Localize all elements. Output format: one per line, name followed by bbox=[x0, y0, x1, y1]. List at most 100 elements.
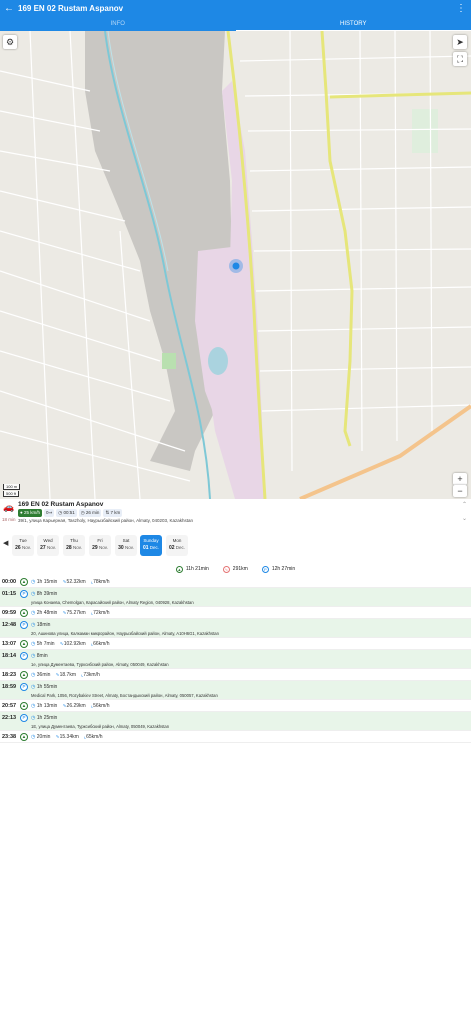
row-time: 20:57 bbox=[2, 703, 17, 709]
clock-icon: ◷ bbox=[31, 641, 36, 647]
duration-value: 26 min bbox=[85, 510, 100, 515]
stop-duration-value: 1h 55min bbox=[36, 684, 58, 690]
time-value: 00:51 bbox=[63, 510, 75, 515]
car-icon: ▲ bbox=[20, 609, 28, 617]
day-number: 01 bbox=[142, 545, 149, 551]
back-arrow-icon[interactable]: ← bbox=[4, 4, 14, 14]
stop-metrics: ◷ 1h 25min bbox=[31, 715, 57, 721]
day-name: Sunday bbox=[143, 538, 159, 543]
parking-icon: P bbox=[20, 714, 28, 722]
day-name: Fri bbox=[97, 538, 103, 543]
speed-value: 25 km/h bbox=[23, 510, 40, 515]
day-name: Wed bbox=[43, 538, 53, 543]
stop-address: 20, Ашинова улица, Калкаман микрорайон, … bbox=[31, 631, 219, 636]
clock-icon: ◷ bbox=[31, 734, 36, 740]
trip-row[interactable]: 09:59 ▲ ◷ 2h 48min ∿75.27km ⌞72km/h bbox=[0, 607, 471, 619]
trip-speed-value: 78km/h bbox=[93, 579, 110, 585]
tab-bar: INFO HISTORY bbox=[0, 19, 471, 31]
zoom-in-button[interactable]: + bbox=[453, 473, 467, 485]
trip-metrics: ◷ 36min ∿18.7km ⌞73km/h bbox=[31, 672, 100, 678]
day-date: 30 Nov. bbox=[115, 545, 137, 551]
fullscreen-icon[interactable]: ⛶ bbox=[453, 52, 467, 66]
trip-speed: ⌞72km/h bbox=[91, 610, 110, 616]
stop-address: 1е, улица Дументаева, Турксибский район,… bbox=[31, 662, 169, 667]
stop-duration: ◷ 8min bbox=[31, 653, 48, 659]
day-month: Nov. bbox=[98, 545, 108, 550]
trip-speed: ⌞66km/h bbox=[91, 641, 110, 647]
trip-row[interactable]: 13:07 ▲ ◷ 5h 7min ∿102.92km ⌞66km/h bbox=[0, 638, 471, 650]
trip-row[interactable]: 00:00 ▲ ◷ 1h 15min ∿52.32km ⌞78km/h bbox=[0, 576, 471, 588]
stop-row[interactable]: 18:14 P ◷ 8min 1е, улица Дументаева, Тур… bbox=[0, 650, 471, 669]
stop-duration-value: 18min bbox=[36, 622, 51, 628]
stop-duration: ◷ 8h 39min bbox=[31, 591, 57, 597]
summary-driving-value: 11h 21min bbox=[185, 566, 209, 572]
route-icon: ∿ bbox=[222, 565, 230, 573]
prev-week-icon[interactable]: ◀ bbox=[3, 539, 8, 547]
clock-icon: ◷ bbox=[31, 703, 36, 709]
trip-duration-value: 20min bbox=[36, 734, 51, 740]
day-date: 29 Nov. bbox=[89, 545, 111, 551]
stop-row[interactable]: 22:13 P ◷ 1h 25min 1Е, улица Дументаева,… bbox=[0, 712, 471, 731]
trip-speed: ⌞78km/h bbox=[91, 579, 110, 585]
stop-row[interactable]: 18:59 P ◷ 1h 55min Medical Park, 1056, R… bbox=[0, 681, 471, 700]
day-selector: ◀ Tue 26 Nov. Wed 27 Nov. Thu 28 Nov. Fr… bbox=[0, 532, 471, 558]
tab-history[interactable]: HISTORY bbox=[235, 19, 471, 31]
tab-info[interactable]: INFO bbox=[0, 19, 236, 31]
day-date: 28 Nov. bbox=[63, 545, 85, 551]
more-vert-icon[interactable]: ⋮ bbox=[456, 4, 466, 14]
history-timeline: 00:00 ▲ ◷ 1h 15min ∿52.32km ⌞78km/h 01:1… bbox=[0, 576, 471, 743]
trip-row[interactable]: 20:57 ▲ ◷ 1h 13min ∿26.29km ⌞56km/h bbox=[0, 700, 471, 712]
day-mon[interactable]: Mon 02 Dec. bbox=[166, 535, 188, 556]
chevron-down-icon[interactable]: ⌄ bbox=[462, 515, 467, 522]
trip-row[interactable]: 18:23 ▲ ◷ 36min ∿18.7km ⌞73km/h bbox=[0, 669, 471, 681]
day-fri[interactable]: Fri 29 Nov. bbox=[89, 535, 111, 556]
trip-speed-value: 56km/h bbox=[93, 703, 110, 709]
vehicle-stats: ● 25 km/h 0⇒ ◷ 00:51 ◷ 26 min ⇅ 7 km bbox=[18, 509, 123, 517]
day-number: 30 bbox=[118, 545, 124, 551]
trip-distance: ∿102.92km bbox=[60, 641, 86, 647]
stop-row[interactable]: 12:48 P ◷ 18min 20, Ашинова улица, Калка… bbox=[0, 619, 471, 638]
row-time: 12:48 bbox=[2, 622, 17, 628]
stop-metrics: ◷ 8min bbox=[31, 653, 48, 659]
trip-speed-value: 66km/h bbox=[93, 641, 110, 647]
locate-arrow-icon[interactable]: ➤ bbox=[453, 35, 467, 49]
summary-parking-value: 12h 27min bbox=[271, 566, 296, 572]
stop-duration: ◷ 1h 25min bbox=[31, 715, 57, 721]
trip-row[interactable]: 23:38 ▲ ◷ 20min ∿15.34km ⌞65km/h bbox=[0, 731, 471, 743]
day-sat[interactable]: Sat 30 Nov. bbox=[115, 535, 137, 556]
car-icon: 🚗 bbox=[3, 502, 15, 512]
duration-badge: ◷ 26 min bbox=[78, 509, 102, 517]
clock-icon: ◷ bbox=[31, 591, 36, 597]
day-month: Nov. bbox=[72, 545, 82, 550]
trip-distance: ∿52.32km bbox=[62, 579, 85, 585]
day-date: 01 Dec. bbox=[140, 545, 162, 551]
day-month: Dec. bbox=[149, 545, 160, 550]
map-settings-gear-icon[interactable]: ⚙ bbox=[3, 35, 17, 49]
day-wed[interactable]: Wed 27 Nov. bbox=[37, 535, 59, 556]
trip-duration-value: 2h 48min bbox=[36, 610, 58, 616]
chevron-up-icon[interactable]: ⌃ bbox=[462, 501, 467, 508]
clock-icon: ◷ bbox=[31, 653, 36, 659]
day-tue[interactable]: Tue 26 Nov. bbox=[12, 535, 34, 556]
car-icon: ▲ bbox=[20, 671, 28, 679]
day-sunday-selected[interactable]: Sunday 01 Dec. bbox=[140, 535, 162, 556]
row-time: 18:23 bbox=[2, 672, 17, 678]
vehicle-info-panel[interactable]: 🚗 169 EN 02 Rustam Aspanov ● 25 km/h 0⇒ … bbox=[0, 499, 471, 527]
day-month: Nov. bbox=[46, 545, 56, 550]
zoom-out-button[interactable]: − bbox=[453, 485, 467, 497]
day-thu[interactable]: Thu 28 Nov. bbox=[63, 535, 85, 556]
trip-distance: ∿26.29km bbox=[62, 703, 85, 709]
trip-speed-value: 65km/h bbox=[86, 734, 103, 740]
clock-icon: ◷ bbox=[31, 579, 36, 585]
trip-duration: ◷ 36min bbox=[31, 672, 50, 678]
map-view[interactable]: ⚙ ➤ ⛶ + − 100 m 500 ft bbox=[0, 31, 471, 499]
stop-row[interactable]: 01:15 P ◷ 8h 39min улица Конаева, Chemol… bbox=[0, 588, 471, 607]
row-time: 22:13 bbox=[2, 715, 17, 721]
trip-distance: ∿18.7km bbox=[55, 672, 76, 678]
trip-metrics: ◷ 2h 48min ∿75.27km ⌞72km/h bbox=[31, 610, 109, 616]
day-name: Mon bbox=[172, 538, 182, 543]
distance-badge: ⇅ 7 km bbox=[103, 509, 123, 517]
trip-duration: ◷ 20min bbox=[31, 734, 50, 740]
trip-metrics: ◷ 1h 13min ∿26.29km ⌞56km/h bbox=[31, 703, 109, 709]
clock-icon: ◷ bbox=[31, 622, 36, 628]
